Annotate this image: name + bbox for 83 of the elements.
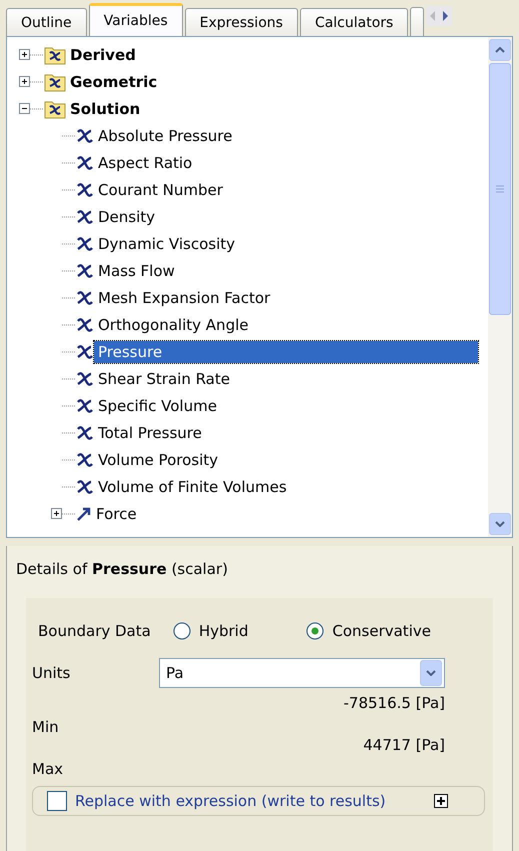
tree-item[interactable]: Density <box>94 206 160 228</box>
tree-item[interactable]: Volume of Finite Volumes <box>94 476 291 498</box>
tree-line <box>62 458 76 460</box>
details-title: Details of Pressure (scalar) <box>16 560 229 578</box>
variable-icon <box>76 262 94 278</box>
tab[interactable]: Expressions <box>184 8 298 36</box>
variable-icon <box>76 344 94 360</box>
variable-icon <box>76 236 94 252</box>
tab[interactable]: Variables <box>88 3 183 36</box>
radio-label[interactable]: Hybrid <box>198 622 248 640</box>
tree-line <box>62 324 76 326</box>
expand-icon[interactable] <box>19 76 30 87</box>
variable-icon <box>76 182 94 198</box>
tree-line <box>62 432 76 434</box>
boundary-label: Boundary Data <box>38 622 151 640</box>
tree-line <box>30 80 44 82</box>
tree-item[interactable]: Absolute Pressure <box>94 124 236 146</box>
tree-item[interactable]: Force <box>92 502 141 524</box>
grip-icon <box>496 185 504 193</box>
variable-icon <box>76 452 94 468</box>
tree-line <box>62 350 76 352</box>
variable-icon <box>76 424 94 440</box>
expand-icon[interactable] <box>51 508 62 519</box>
tree-line <box>62 486 76 488</box>
arrow-icon <box>76 506 92 522</box>
tree-item[interactable]: Orthogonality Angle <box>94 314 252 336</box>
tree-item[interactable]: Courant Number <box>94 178 227 200</box>
units-label: Units <box>32 664 70 682</box>
tree-item[interactable]: Dynamic Viscosity <box>94 232 239 254</box>
variable-icon <box>76 128 94 144</box>
tab[interactable]: Outline <box>6 8 87 36</box>
variable-icon <box>76 398 94 414</box>
tab[interactable]: Calculators <box>300 8 408 36</box>
max-value: 44717 [Pa] <box>363 736 445 754</box>
tree-line <box>62 162 76 164</box>
radio-label[interactable]: Conservative <box>332 622 431 640</box>
tree-item[interactable]: Shear Strain Rate <box>94 368 234 390</box>
tab[interactable] <box>410 7 424 36</box>
tree-item[interactable]: Mass Flow <box>94 260 179 282</box>
tree-line <box>62 242 76 244</box>
tree-item[interactable]: Volume Porosity <box>94 448 222 470</box>
tree-item[interactable]: Derived <box>66 44 140 66</box>
folder-icon <box>44 72 66 92</box>
scroll-up-icon[interactable] <box>495 47 505 53</box>
variable-icon <box>76 154 94 170</box>
tree-line <box>62 270 76 272</box>
tree-item[interactable]: Pressure <box>94 340 478 362</box>
min-value: -78516.5 [Pa] <box>344 694 445 712</box>
variable-icon <box>76 208 94 224</box>
folder-icon <box>44 44 66 64</box>
variable-icon <box>76 316 94 332</box>
tree-line <box>62 134 76 136</box>
max-label: Max <box>32 760 64 778</box>
tree-line <box>62 512 76 514</box>
scrollbar[interactable] <box>488 37 512 537</box>
tree-line <box>62 188 76 190</box>
expand-icon[interactable] <box>434 794 448 808</box>
tree-item[interactable]: Mesh Expansion Factor <box>94 286 274 308</box>
radio-button[interactable] <box>172 622 191 640</box>
tree-line <box>30 108 44 110</box>
scroll-right-icon[interactable] <box>441 10 450 22</box>
radio-button[interactable] <box>306 622 324 640</box>
tree-line <box>30 54 44 56</box>
tree-line <box>62 404 76 406</box>
tree-line <box>62 378 76 380</box>
tree-item[interactable]: Geometric <box>66 70 162 92</box>
min-label: Min <box>32 718 59 736</box>
tree-item[interactable]: Specific Volume <box>94 394 221 416</box>
variable-icon <box>76 370 94 386</box>
tab-scroll-buttons[interactable] <box>426 6 452 26</box>
collapse-icon[interactable] <box>19 103 30 114</box>
variable-icon <box>76 290 94 306</box>
expand-icon[interactable] <box>19 49 30 60</box>
checkbox[interactable] <box>47 791 67 811</box>
tree-line <box>62 216 76 218</box>
folder-icon <box>44 98 66 118</box>
units-dropdown[interactable]: Pa <box>159 658 445 688</box>
scroll-down-icon[interactable] <box>495 521 505 527</box>
tree-item[interactable]: Total Pressure <box>94 422 206 444</box>
variable-icon <box>76 478 94 494</box>
tree-item[interactable]: Solution <box>66 98 144 120</box>
tree-line <box>62 296 76 298</box>
tree-item[interactable]: Aspect Ratio <box>94 152 196 174</box>
